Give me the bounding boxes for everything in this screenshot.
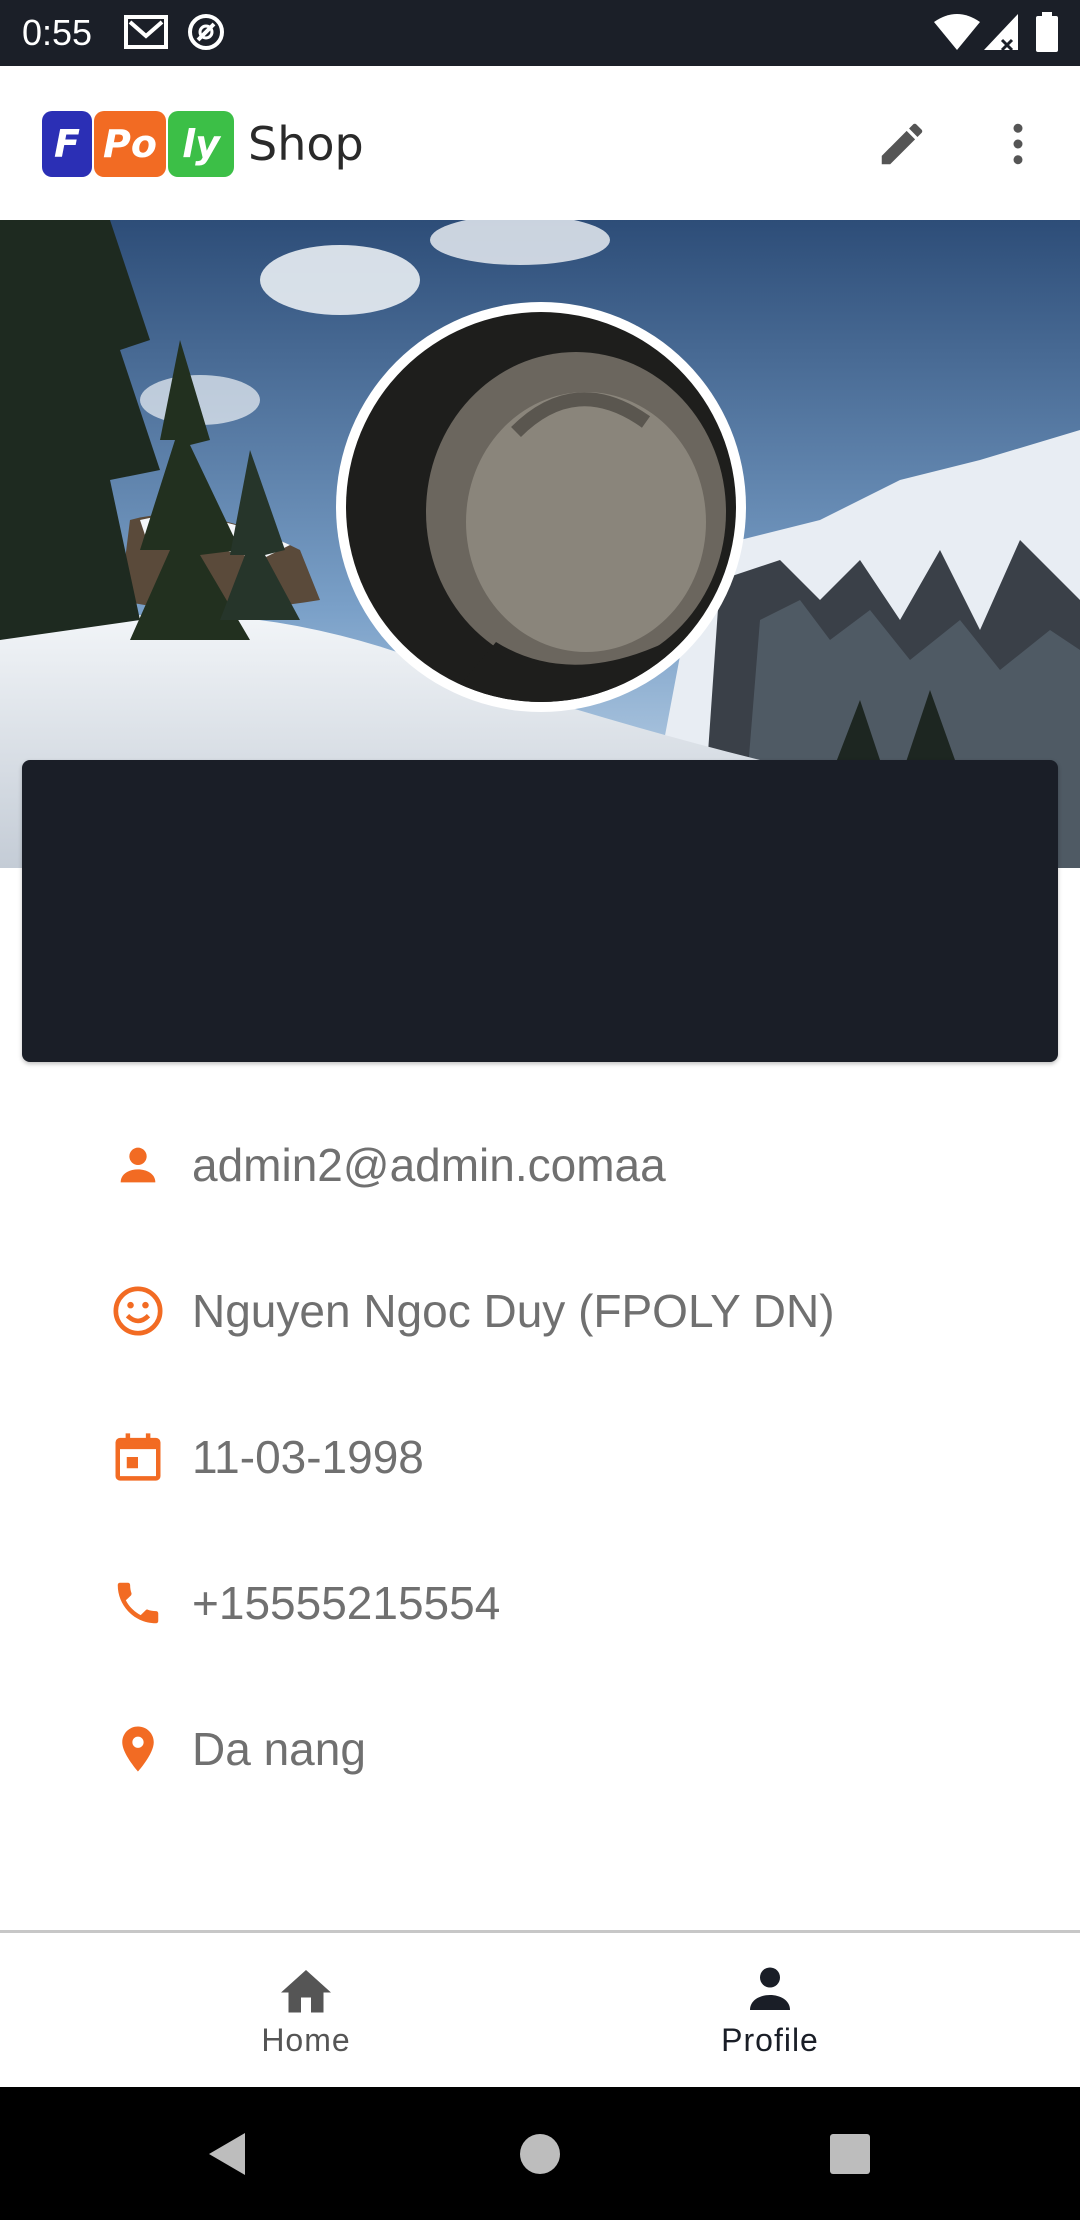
fpoly-shop-logo: F Po ly Shop bbox=[42, 108, 364, 180]
email-row: admin2@admin.comaa bbox=[108, 1120, 666, 1210]
phone-row: +15555215554 bbox=[108, 1558, 500, 1648]
smiley-icon bbox=[113, 1286, 163, 1336]
signal-icon bbox=[984, 14, 1018, 52]
status-bar: 0:55 bbox=[0, 0, 1080, 66]
logo-po-block: Po bbox=[94, 111, 166, 177]
edit-icon bbox=[881, 123, 923, 165]
wifi-icon bbox=[934, 14, 980, 50]
phone-icon bbox=[117, 1582, 159, 1624]
location-pin-icon bbox=[122, 1726, 154, 1772]
profile-name-card bbox=[22, 760, 1058, 1062]
home-icon bbox=[281, 1969, 331, 2012]
more-vert-icon bbox=[1013, 123, 1023, 165]
calendar-icon bbox=[115, 1433, 161, 1481]
recents-icon bbox=[830, 2133, 870, 2174]
gmail-icon bbox=[124, 15, 168, 49]
email-text: admin2@admin.comaa bbox=[192, 1139, 666, 1191]
nav-profile-label: Profile bbox=[721, 2021, 819, 2058]
system-home-button[interactable] bbox=[480, 2087, 600, 2220]
birthday-row: 11-03-1998 bbox=[108, 1412, 424, 1502]
profile-avatar[interactable] bbox=[336, 302, 746, 712]
home-circle-icon bbox=[520, 2133, 560, 2174]
status-time: 0:55 bbox=[22, 12, 93, 53]
at-sign-icon bbox=[188, 14, 224, 50]
address-row: Da nang bbox=[108, 1704, 366, 1794]
nav-home-label: Home bbox=[261, 2021, 351, 2058]
full-name-text: Nguyen Ngoc Duy (FPOLY DN) bbox=[192, 1285, 835, 1337]
name-row: Nguyen Ngoc Duy (FPOLY DN) bbox=[108, 1266, 835, 1356]
phone-text: +15555215554 bbox=[192, 1577, 501, 1629]
system-recents-button[interactable] bbox=[790, 2087, 910, 2220]
more-options-button[interactable] bbox=[980, 106, 1056, 182]
avatar-photo bbox=[346, 312, 736, 702]
back-icon bbox=[209, 2132, 245, 2175]
address-text: Da nang bbox=[192, 1723, 366, 1775]
bottom-navigation: Home Profile bbox=[0, 1930, 1080, 2087]
battery-icon bbox=[1036, 12, 1058, 52]
person-icon bbox=[120, 1147, 156, 1183]
edit-button[interactable] bbox=[864, 106, 940, 182]
system-navigation-bar bbox=[0, 2087, 1080, 2220]
nav-profile[interactable]: Profile bbox=[500, 1933, 1040, 2087]
logo-ly-block: ly bbox=[168, 111, 234, 177]
app-bar: F Po ly Shop bbox=[0, 66, 1080, 220]
birthday-text: 11-03-1998 bbox=[192, 1431, 424, 1483]
nav-home[interactable]: Home bbox=[36, 1933, 576, 2087]
person-icon bbox=[750, 1967, 790, 2010]
logo-f-block: F bbox=[42, 111, 92, 177]
app-title: Shop bbox=[248, 117, 364, 171]
system-back-button[interactable] bbox=[166, 2087, 286, 2220]
